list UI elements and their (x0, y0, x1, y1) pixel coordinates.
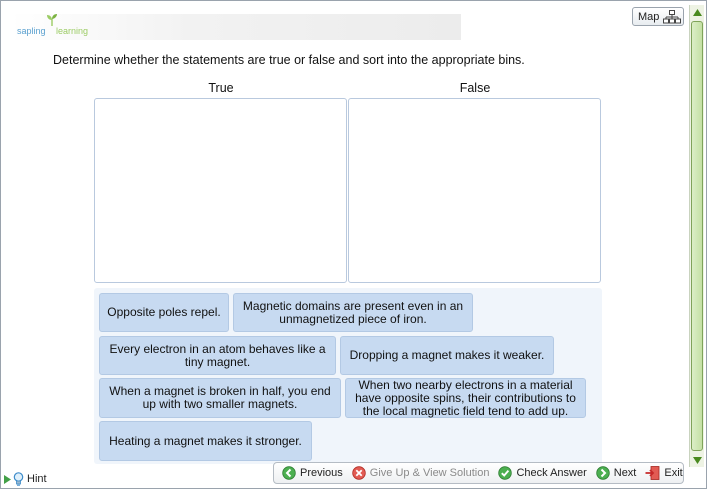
give-up-label: Give Up & View Solution (369, 467, 490, 479)
app-frame: sapling learning Map Determine whether t… (0, 0, 707, 489)
navigation-bar: Previous Give Up & View Solution Check A… (273, 462, 684, 484)
question-prompt: Determine whether the statements are tru… (53, 53, 525, 67)
draggable-card[interactable]: Opposite poles repel. (99, 293, 229, 332)
previous-arrow-icon (282, 466, 296, 480)
next-arrow-icon (596, 466, 610, 480)
map-button[interactable]: Map (632, 7, 684, 26)
next-button[interactable]: Next (596, 466, 637, 480)
expand-triangle-icon[interactable] (4, 474, 11, 484)
scroll-down-arrow-icon[interactable] (690, 453, 704, 467)
previous-button[interactable]: Previous (282, 466, 343, 480)
scroll-thumb[interactable] (691, 21, 703, 451)
give-up-x-icon (352, 466, 366, 480)
draggable-card[interactable]: When two nearby electrons in a material … (345, 378, 586, 418)
lightbulb-icon (13, 472, 24, 486)
check-answer-button[interactable]: Check Answer (498, 466, 587, 480)
logo-word-sapling: sapling (17, 26, 46, 36)
sprout-icon (47, 14, 57, 26)
scroll-up-arrow-icon[interactable] (690, 5, 704, 19)
hint-label: Hint (27, 473, 47, 485)
draggable-card[interactable]: Every electron in an atom behaves like a… (99, 336, 336, 375)
draggable-card[interactable]: Dropping a magnet makes it weaker. (340, 336, 554, 375)
exit-button[interactable]: Exit (645, 466, 683, 480)
draggable-card[interactable]: Magnetic domains are present even in an … (233, 293, 473, 332)
draggable-card[interactable]: Heating a magnet makes it stronger. (99, 421, 312, 461)
exit-label: Exit (664, 467, 683, 479)
vertical-scrollbar[interactable] (689, 5, 704, 467)
check-icon (498, 466, 513, 480)
check-answer-label: Check Answer (516, 467, 587, 479)
exit-door-icon (645, 466, 660, 480)
map-label: Map (638, 10, 660, 23)
hint-button[interactable]: Hint (13, 472, 47, 486)
bin-false-dropzone[interactable] (348, 98, 601, 283)
hint-bar: Hint (2, 470, 272, 488)
bin-true-dropzone[interactable] (94, 98, 347, 283)
bin-true-title: True (208, 81, 234, 95)
previous-label: Previous (300, 467, 343, 479)
give-up-button[interactable]: Give Up & View Solution (352, 466, 490, 480)
map-tree-icon (663, 9, 682, 23)
bin-false-title: False (459, 81, 491, 95)
logo-word-learning: learning (56, 26, 89, 36)
draggable-card[interactable]: When a magnet is broken in half, you end… (99, 378, 341, 418)
next-label: Next (613, 467, 637, 479)
